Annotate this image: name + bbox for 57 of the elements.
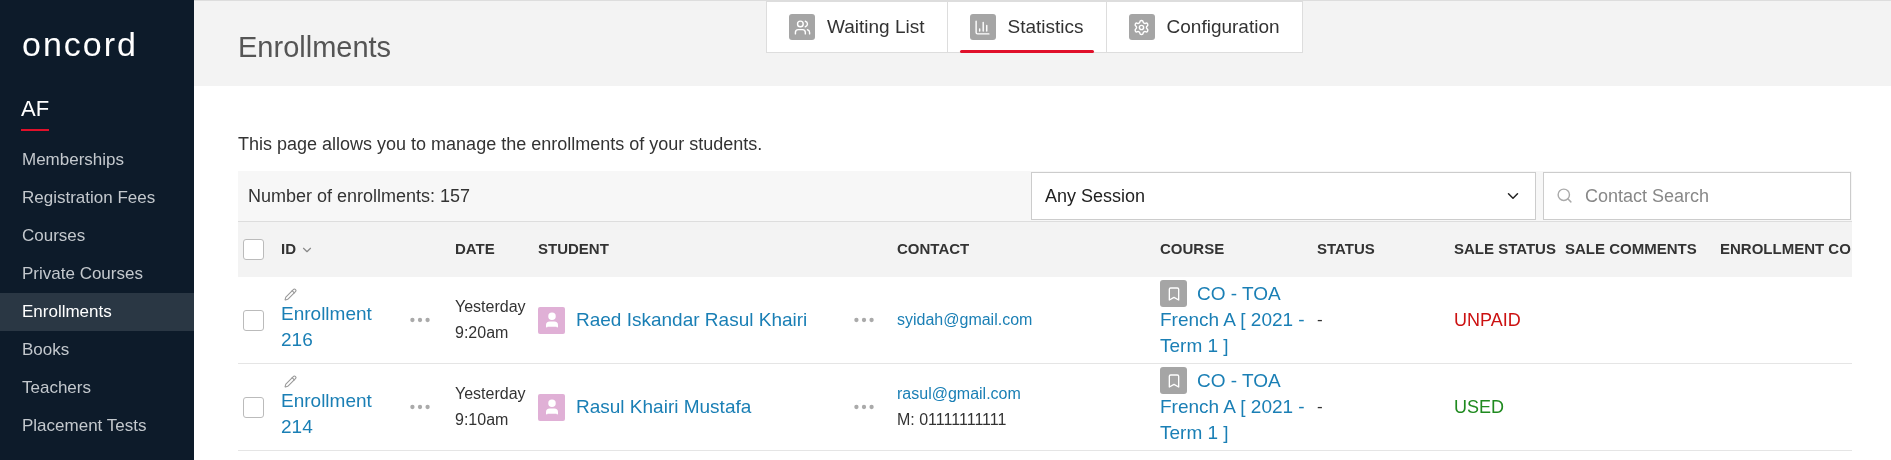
date-text: Yesterday <box>455 297 527 317</box>
section-title: AF <box>21 92 50 131</box>
tab[interactable]: Waiting List <box>767 2 947 52</box>
tab[interactable]: Configuration <box>1105 2 1302 52</box>
enrollment-link[interactable]: Enrollment 216 <box>281 300 391 353</box>
tab[interactable]: Statistics <box>946 2 1106 52</box>
student-link[interactable]: Raed Iskandar Rasul Khairi <box>576 305 808 335</box>
description: This page allows you to manage the enrollments of your students. <box>238 133 763 156</box>
sidebar-item[interactable]: Registration Fees <box>0 179 194 217</box>
email-link[interactable]: rasul@gmail.com <box>897 381 1021 407</box>
status-text: - <box>1317 309 1323 332</box>
time-text: 9:10am <box>455 410 510 430</box>
book-icon <box>1160 367 1187 394</box>
date-text: Yesterday <box>455 384 527 404</box>
sidebar-item[interactable]: Books <box>0 331 194 369</box>
column-header: STATUS <box>1317 239 1375 260</box>
page-title: Enrollments <box>238 30 392 65</box>
status-text: - <box>1317 396 1323 419</box>
sidebar-item[interactable]: Teachers <box>0 369 194 407</box>
checkbox[interactable] <box>243 396 264 418</box>
pencil-icon[interactable] <box>284 287 297 301</box>
search-field[interactable]: Contact Search <box>1543 172 1851 220</box>
column-header[interactable]: ID <box>281 238 296 261</box>
book-icon <box>1160 280 1187 307</box>
sidebar-item[interactable]: Private Courses <box>0 255 194 293</box>
column-header: DATE <box>455 239 495 260</box>
sidebar-item[interactable]: Memberships <box>0 141 194 179</box>
bar-chart-icon <box>969 14 996 40</box>
enrollment-count: Number of enrollments: 157 <box>248 184 471 208</box>
column-header: SALE COMMENTS <box>1565 239 1697 260</box>
logo[interactable]: oncord <box>22 24 194 64</box>
time-text: 9:20am <box>455 323 510 343</box>
column-header: SALE STATUS <box>1454 239 1556 260</box>
checkbox[interactable] <box>243 309 264 331</box>
enrollment-link[interactable]: Enrollment 214 <box>281 387 391 440</box>
column-header: CONTACT <box>897 239 970 260</box>
course-link[interactable]: CO - TOA French A [ 2021 - Term 1 ] <box>1160 368 1313 446</box>
avatar-icon <box>538 393 565 421</box>
column-header: COURSE <box>1160 239 1225 260</box>
column-header: ENROLLMENT CO <box>1720 239 1851 260</box>
session-select[interactable]: Any Session <box>1031 172 1536 220</box>
column-header: STUDENT <box>538 239 609 260</box>
avatar-icon <box>538 306 565 334</box>
gear-icon <box>1128 14 1155 40</box>
email-link[interactable]: syidah@gmail.com <box>897 307 1033 333</box>
pencil-icon[interactable] <box>284 374 297 388</box>
checkbox[interactable] <box>243 239 264 260</box>
search-icon <box>1556 187 1573 204</box>
sale-status: UNPAID <box>1454 308 1521 332</box>
student-link[interactable]: Rasul Khairi Mustafa <box>576 392 752 422</box>
sidebar-item[interactable]: Enrollments <box>0 293 194 331</box>
course-link[interactable]: CO - TOA French A [ 2021 - Term 1 ] <box>1160 281 1313 359</box>
sale-status: USED <box>1454 395 1504 419</box>
phone-text: M: 01111111111 <box>897 410 1007 430</box>
sidebar-item[interactable]: Placement Tests <box>0 407 194 445</box>
people-icon <box>789 14 815 40</box>
sidebar-item[interactable]: Courses <box>0 217 194 255</box>
